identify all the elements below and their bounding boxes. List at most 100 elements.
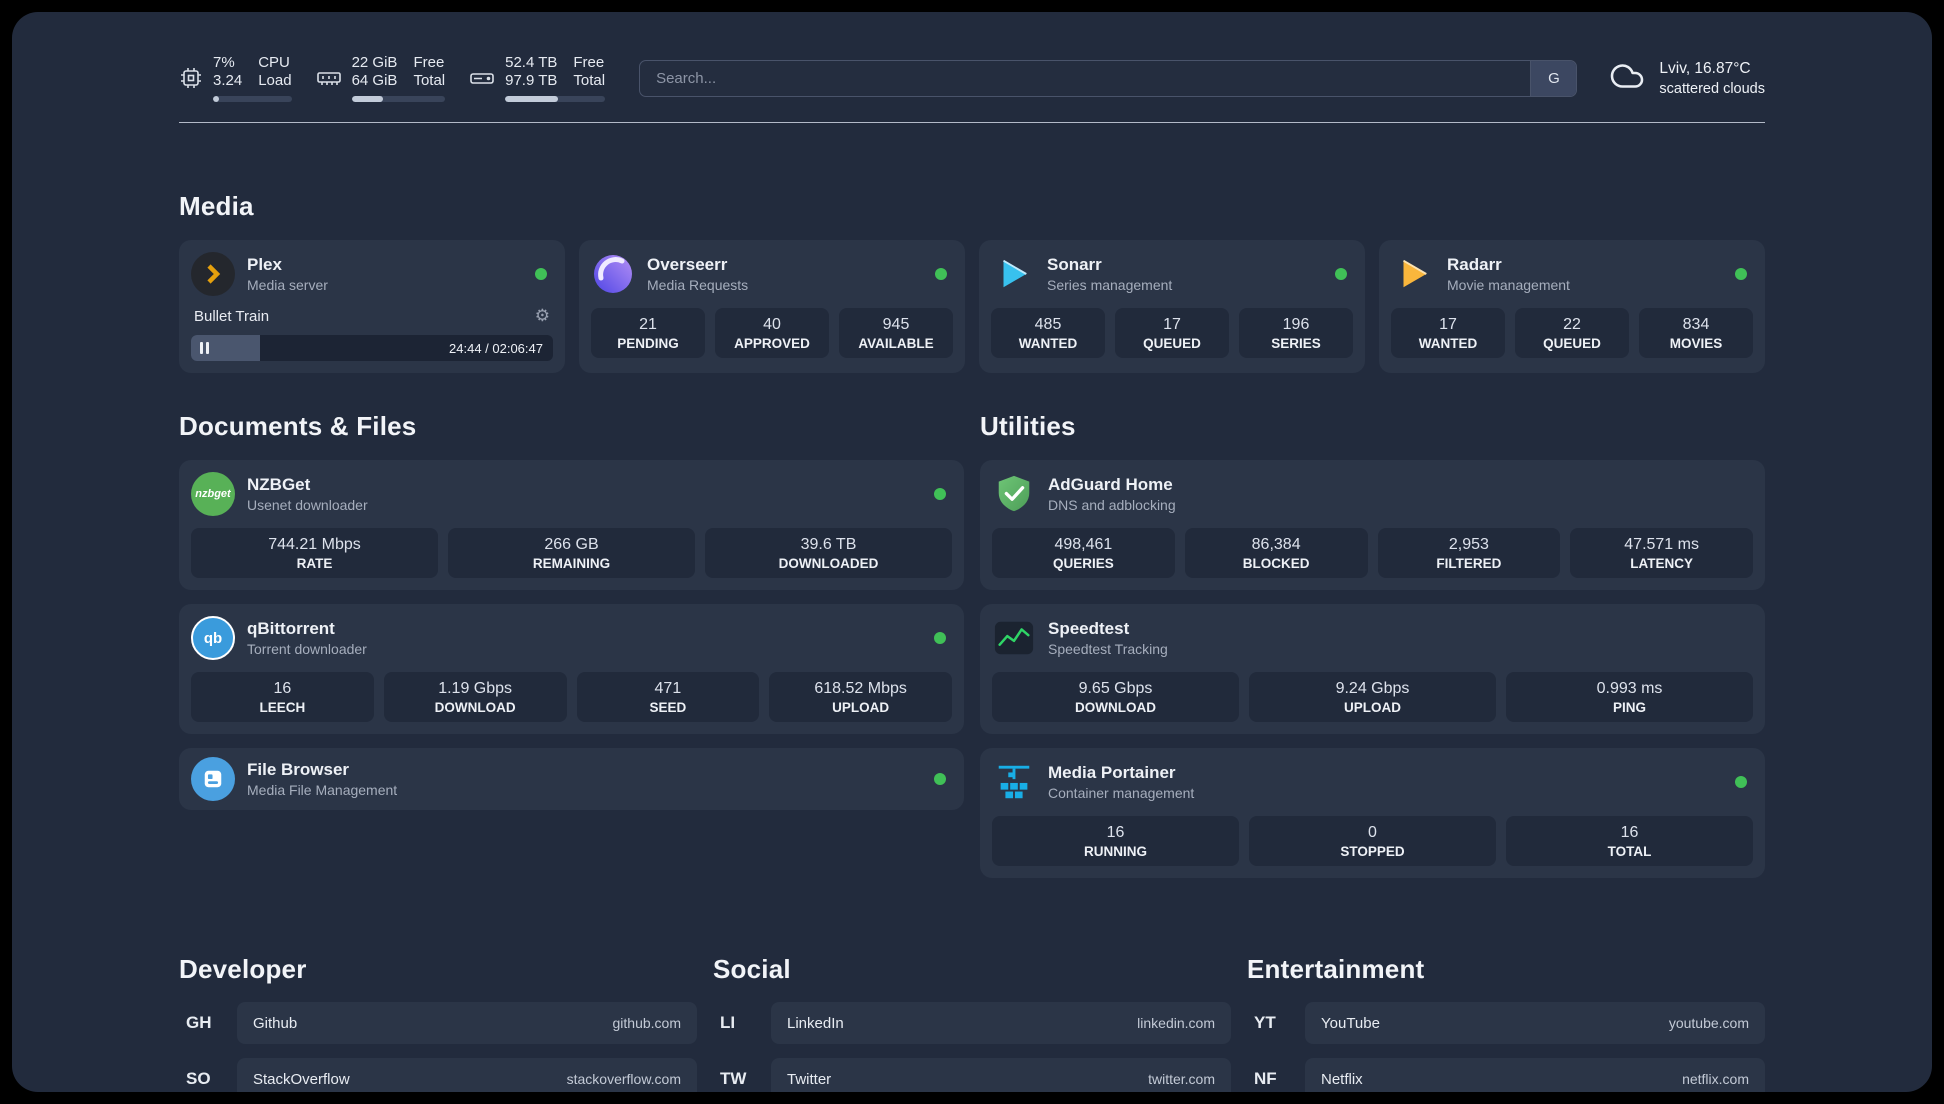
stat-label: QUEUED [1143, 336, 1201, 351]
weather-condition: scattered clouds [1659, 80, 1765, 97]
stat-value: 2,953 [1448, 536, 1489, 553]
app-subtitle: Speedtest Tracking [1048, 641, 1168, 657]
qbittorrent-icon-text: qb [203, 629, 223, 647]
memory-icon [316, 66, 342, 90]
dashboard-root: 7% 3.24 CPU Load 22 GiB 64 GiB Free Tota… [12, 12, 1932, 1092]
stat-value: 834 [1682, 316, 1710, 333]
app-card-qbittorrent[interactable]: qb qBittorrent Torrent downloader 16 LEE… [179, 604, 964, 734]
section-title-entertainment: Entertainment [1247, 954, 1425, 984]
app-card-adguard[interactable]: AdGuard Home DNS and adblocking 498,461 … [980, 460, 1765, 590]
bookmark-youtube[interactable]: YT YouTube youtube.com [1247, 1002, 1765, 1044]
now-playing-title: Bullet Train [194, 307, 270, 325]
cpu-label: CPU [258, 54, 290, 71]
bookmark-url: twitter.com [1148, 1071, 1215, 1087]
search-engine-button[interactable]: G [1530, 60, 1577, 96]
app-card-plex[interactable]: Plex Media server Bullet Train ⚙ 24:44 /… [179, 240, 565, 373]
stat-label: AVAILABLE [858, 336, 934, 351]
bookmark-name: Github [253, 1014, 298, 1032]
section-documents: Documents & Files nzbget NZBGet Usenet d… [179, 411, 964, 810]
stat-tile: 17 WANTED [1391, 308, 1505, 358]
portainer-crane-icon [992, 760, 1036, 804]
app-subtitle: DNS and adblocking [1048, 497, 1176, 513]
stat-label: MOVIES [1669, 336, 1723, 351]
disk-progress-bar [505, 96, 606, 102]
speedtest-chart-icon [992, 616, 1036, 660]
app-title: Media Portainer [1048, 763, 1176, 782]
stat-label: PING [1612, 700, 1646, 715]
app-card-radarr[interactable]: Radarr Movie management 17 WANTED 22 QUE… [1379, 240, 1765, 373]
ram-labels: Free Total [413, 54, 445, 90]
stat-tile: 266 GB REMAINING [448, 528, 695, 578]
stat-tile: 47.571 ms LATENCY [1570, 528, 1753, 578]
ram-progress-bar [351, 96, 446, 102]
stat-tile: 0 STOPPED [1249, 816, 1496, 866]
bookmark-name: Netflix [1321, 1070, 1363, 1088]
filebrowser-icon [191, 757, 235, 801]
stat-value: 1.19 Gbps [438, 680, 513, 697]
stat-label: STOPPED [1340, 844, 1405, 859]
free-label: Free [573, 54, 605, 71]
bookmark-url: netflix.com [1682, 1071, 1749, 1087]
bookmark-stackoverflow[interactable]: SO StackOverflow stackoverflow.com [179, 1058, 697, 1092]
stat-value: 17 [1439, 316, 1457, 333]
section-social: Social LI LinkedIn linkedin.com TW Twitt… [713, 954, 1231, 1092]
stat-tile: 618.52 Mbps UPLOAD [769, 672, 952, 722]
stat-label: QUERIES [1052, 556, 1114, 571]
stat-value: 17 [1163, 316, 1181, 333]
system-widgets: 7% 3.24 CPU Load 22 GiB 64 GiB Free Tota… [179, 54, 606, 102]
stat-label: LATENCY [1630, 556, 1693, 571]
app-title: File Browser [247, 760, 350, 779]
stat-value: 0.993 ms [1596, 680, 1663, 697]
cpu-progress-bar [213, 96, 292, 102]
bookmark-github[interactable]: GH Github github.com [179, 1002, 697, 1044]
stat-value: 86,384 [1251, 536, 1301, 553]
stat-tile: 16 LEECH [191, 672, 374, 722]
stat-tile: 40 APPROVED [715, 308, 829, 358]
section-entertainment: Entertainment YT YouTube youtube.com NF … [1247, 954, 1765, 1092]
stat-value: 16 [1106, 824, 1125, 841]
stat-tile: 9.65 Gbps DOWNLOAD [992, 672, 1239, 722]
app-card-speedtest[interactable]: Speedtest Speedtest Tracking 9.65 Gbps D… [980, 604, 1765, 734]
cpu-labels: CPU Load [258, 54, 291, 90]
stat-tile: 39.6 TB DOWNLOADED [705, 528, 952, 578]
stat-label: PENDING [617, 336, 679, 351]
ram-total: 64 GiB [351, 72, 398, 89]
stat-label: SERIES [1271, 336, 1321, 351]
topbar: 7% 3.24 CPU Load 22 GiB 64 GiB Free Tota… [179, 12, 1765, 102]
ram-values: 22 GiB 64 GiB [352, 54, 398, 90]
stat-label: UPLOAD [1344, 700, 1401, 715]
free-label: Free [413, 54, 445, 71]
app-card-overseerr[interactable]: Overseerr Media Requests 21 PENDING 40 A… [579, 240, 965, 373]
stat-label: FILTERED [1436, 556, 1502, 571]
stat-tile: 1.19 Gbps DOWNLOAD [383, 672, 567, 722]
pause-button[interactable] [200, 342, 209, 354]
stat-tile: 9.24 Gbps UPLOAD [1249, 672, 1496, 722]
stat-label: RUNNING [1084, 844, 1147, 859]
app-card-filebrowser[interactable]: File Browser Media File Management [179, 748, 964, 810]
disk-values: 52.4 TB 97.9 TB [505, 54, 557, 90]
stat-label: APPROVED [734, 336, 810, 351]
bookmark-netflix[interactable]: NF Netflix netflix.com [1247, 1058, 1765, 1092]
stat-label: DOWNLOADED [778, 556, 879, 571]
search-input[interactable] [640, 60, 1531, 96]
gear-icon[interactable]: ⚙ [535, 306, 550, 326]
app-card-portainer[interactable]: Media Portainer Container management 16 … [980, 748, 1765, 878]
bookmark-linkedin[interactable]: LI LinkedIn linkedin.com [713, 1002, 1231, 1044]
stat-value: 945 [882, 316, 910, 333]
stat-label: SEED [649, 700, 687, 715]
app-title: NZBGet [247, 475, 311, 494]
bookmark-url: youtube.com [1668, 1015, 1749, 1031]
playback-progress-bar[interactable]: 24:44 / 02:06:47 [191, 335, 553, 361]
app-card-sonarr[interactable]: Sonarr Series management 485 WANTED 17 Q… [979, 240, 1365, 373]
cpu-percent: 7% [213, 54, 235, 71]
app-card-nzbget[interactable]: nzbget NZBGet Usenet downloader 744.21 M… [179, 460, 964, 590]
stat-tile: 196 SERIES [1239, 308, 1353, 358]
bookmark-url: github.com [612, 1015, 681, 1031]
stat-label: DOWNLOAD [434, 700, 516, 715]
disk-widget: 52.4 TB 97.9 TB Free Total [469, 54, 606, 102]
bookmark-twitter[interactable]: TW Twitter twitter.com [713, 1058, 1231, 1092]
section-title-developer: Developer [179, 954, 307, 984]
stat-value: 16 [273, 680, 292, 697]
radarr-icon [1391, 252, 1435, 296]
section-utilities: Utilities AdGuard Home DNS and adblockin… [980, 411, 1765, 878]
